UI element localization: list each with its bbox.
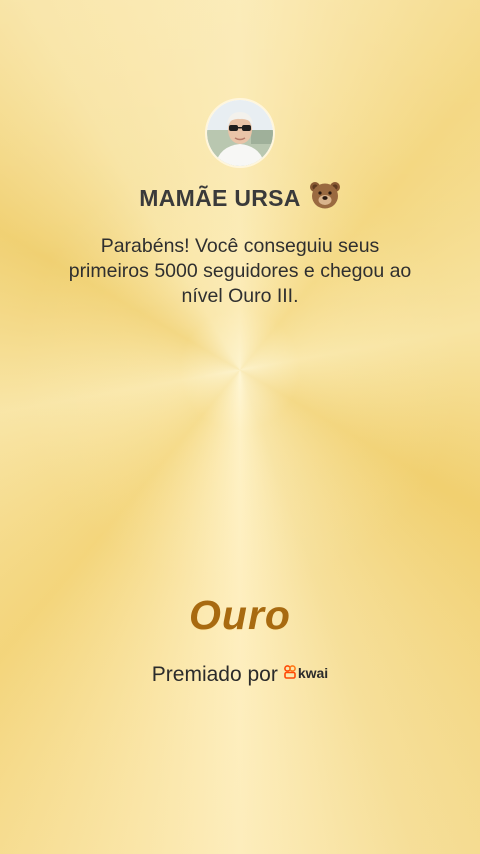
username-heading: MAMÃE URSA	[0, 180, 480, 216]
awarded-by-label: Premiado por	[151, 663, 278, 686]
username-text: MAMÃE URSA	[139, 185, 301, 211]
kwai-brand: kwai	[283, 661, 329, 685]
bear-face-icon	[309, 180, 341, 216]
achievement-screen: MAMÃE URSA Parabéns! Você conseguiu seus…	[0, 0, 480, 854]
kwai-brand-text: kwai	[297, 665, 329, 681]
congratulations-message: Parabéns! Você conseguiu seus primeiros …	[68, 235, 412, 307]
avatar[interactable]	[207, 100, 273, 166]
kwai-logo-icon	[283, 661, 296, 685]
avatar-photo	[207, 100, 273, 166]
awarded-by: Premiado por kwai	[0, 661, 480, 687]
level-title: Ouro	[189, 592, 291, 638]
